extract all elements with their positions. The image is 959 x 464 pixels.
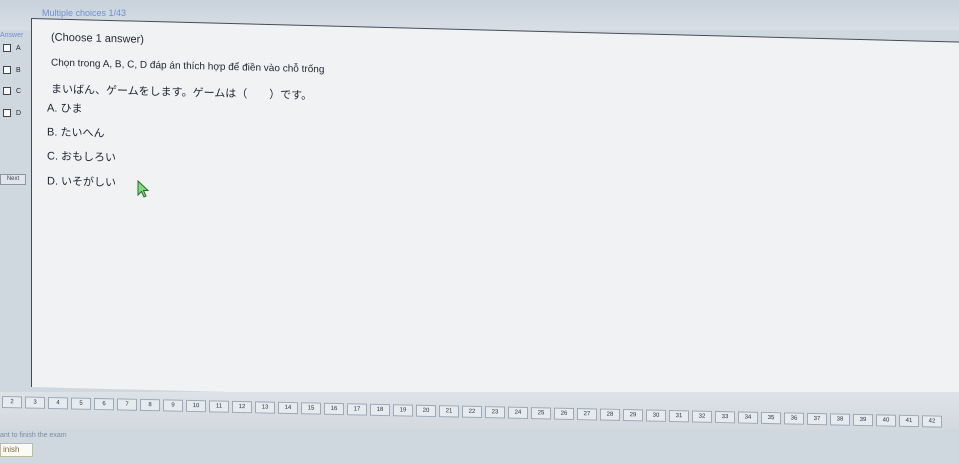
question-header: (Choose 1 answer) bbox=[51, 31, 144, 46]
checkbox-b[interactable] bbox=[3, 66, 11, 74]
checkbox-d[interactable] bbox=[3, 109, 11, 117]
page-button-21[interactable]: 21 bbox=[439, 405, 459, 418]
page-button-9[interactable]: 9 bbox=[163, 399, 183, 412]
option-a[interactable]: A bbox=[3, 42, 21, 54]
next-button[interactable]: Next bbox=[0, 174, 26, 185]
page-button-39[interactable]: 39 bbox=[853, 413, 873, 427]
page-button-22[interactable]: 22 bbox=[462, 405, 482, 419]
page-button-20[interactable]: 20 bbox=[416, 404, 436, 418]
question-text: まいばん、ゲームをします。ゲームは（ ）です。 bbox=[51, 83, 313, 103]
page-button-12[interactable]: 12 bbox=[232, 400, 252, 414]
page-button-37[interactable]: 37 bbox=[807, 412, 827, 426]
mouse-cursor-icon bbox=[137, 180, 150, 198]
page-button-24[interactable]: 24 bbox=[508, 406, 528, 420]
question-instruction: Chọn trong A, B, C, D đáp án thích hợp đ… bbox=[51, 57, 325, 76]
page-button-2[interactable]: 2 bbox=[2, 396, 22, 409]
checkbox-c[interactable] bbox=[3, 87, 11, 95]
page-button-3[interactable]: 3 bbox=[25, 396, 45, 409]
page-button-19[interactable]: 19 bbox=[393, 404, 413, 417]
page-button-33[interactable]: 33 bbox=[715, 410, 735, 424]
page-button-13[interactable]: 13 bbox=[255, 401, 275, 414]
page-button-36[interactable]: 36 bbox=[784, 412, 804, 425]
page-button-29[interactable]: 29 bbox=[623, 409, 643, 422]
page-button-15[interactable]: 15 bbox=[301, 402, 321, 415]
question-panel: (Choose 1 answer) Chọn trong A, B, C, D … bbox=[31, 18, 959, 411]
page-button-8[interactable]: 8 bbox=[140, 398, 160, 412]
choice-c: C. おもしろい bbox=[47, 150, 117, 165]
page-button-25[interactable]: 25 bbox=[531, 407, 551, 420]
page-button-16[interactable]: 16 bbox=[324, 402, 344, 416]
choice-b: B. たいへん bbox=[47, 126, 105, 140]
option-b[interactable]: B bbox=[3, 64, 21, 76]
page-button-34[interactable]: 34 bbox=[738, 411, 758, 424]
option-c-label: C bbox=[16, 87, 22, 95]
page-button-14[interactable]: 14 bbox=[278, 401, 298, 415]
page-button-7[interactable]: 7 bbox=[117, 398, 137, 411]
checkbox-a[interactable] bbox=[3, 44, 11, 52]
option-c[interactable]: C bbox=[3, 85, 21, 97]
choice-a: A. ひま bbox=[47, 102, 83, 116]
answer-label: Answer bbox=[0, 32, 24, 39]
option-d[interactable]: D bbox=[3, 107, 21, 119]
page-button-41[interactable]: 41 bbox=[899, 414, 919, 428]
page-button-4[interactable]: 4 bbox=[48, 396, 68, 410]
option-a-label: A bbox=[16, 44, 21, 52]
page-button-26[interactable]: 26 bbox=[554, 407, 574, 420]
page-button-42[interactable]: 42 bbox=[922, 415, 942, 428]
finish-button[interactable]: inish bbox=[0, 443, 33, 457]
page-button-31[interactable]: 31 bbox=[669, 409, 689, 423]
page-button-23[interactable]: 23 bbox=[485, 406, 505, 419]
page-button-32[interactable]: 32 bbox=[692, 410, 712, 423]
page-button-10[interactable]: 10 bbox=[186, 399, 206, 413]
page-button-35[interactable]: 35 bbox=[761, 411, 781, 425]
choice-d: D. いそがしい bbox=[47, 175, 117, 190]
page-button-17[interactable]: 17 bbox=[347, 403, 367, 416]
option-d-label: D bbox=[16, 109, 22, 117]
option-b-label: B bbox=[16, 66, 21, 74]
question-counter: Multiple choices 1/43 bbox=[42, 8, 127, 18]
page-button-5[interactable]: 5 bbox=[71, 397, 91, 410]
page-button-6[interactable]: 6 bbox=[94, 397, 114, 411]
finish-exam-note: ant to finish the exam bbox=[0, 432, 67, 439]
page-button-38[interactable]: 38 bbox=[830, 413, 850, 426]
page-button-11[interactable]: 11 bbox=[209, 400, 229, 413]
page-button-40[interactable]: 40 bbox=[876, 414, 896, 427]
page-button-28[interactable]: 28 bbox=[600, 408, 620, 421]
page-button-30[interactable]: 30 bbox=[646, 409, 666, 422]
page-button-27[interactable]: 27 bbox=[577, 408, 597, 421]
page-button-18[interactable]: 18 bbox=[370, 403, 390, 417]
